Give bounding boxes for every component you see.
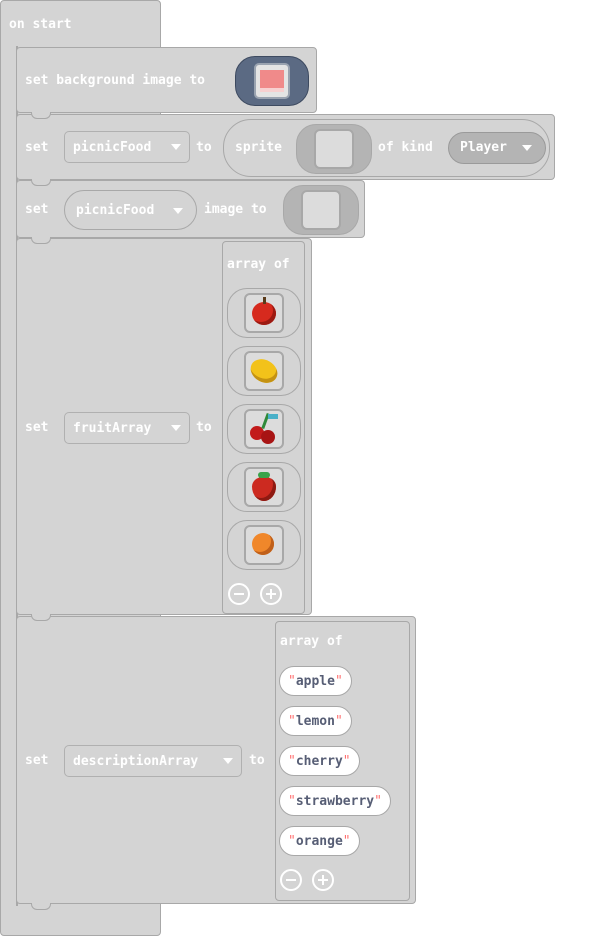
of-kind-label: of kind — [378, 140, 433, 155]
block-connector-notch — [31, 179, 51, 186]
array-of-label: array of — [280, 634, 343, 649]
chevron-down-icon — [171, 144, 181, 150]
variable-dropdown-fruitarray[interactable]: fruitArray — [64, 412, 190, 444]
variable-name: fruitArray — [73, 420, 152, 436]
fruit-item-slot[interactable] — [227, 404, 301, 454]
picnic-background-icon — [254, 63, 290, 99]
string-item-strawberry[interactable]: " strawberry " — [279, 786, 391, 816]
block-connector-notch — [31, 614, 51, 621]
block-connector-notch — [31, 112, 51, 119]
to-label: to — [196, 420, 212, 435]
description-array-reporter[interactable]: array of " apple " " lemon " " cherry " " straw… — [275, 621, 410, 901]
variable-name: descriptionArray — [73, 753, 199, 769]
block-connector-notch — [31, 903, 51, 910]
set-background-block[interactable]: set background image to — [16, 47, 317, 113]
set-label: set — [25, 753, 49, 768]
background-image-slot[interactable] — [235, 56, 309, 106]
fruit-item-slot[interactable] — [227, 520, 301, 570]
plus-circle-icon[interactable] — [260, 583, 282, 605]
chevron-down-icon — [173, 208, 183, 214]
minus-circle-icon[interactable] — [228, 583, 250, 605]
lemon-icon — [246, 354, 282, 388]
variable-name: picnicFood — [73, 139, 152, 155]
array-of-label: array of — [227, 257, 290, 272]
image-to-label: image to — [204, 202, 267, 217]
set-description-array-block[interactable]: set descriptionArray to array of " apple "… — [16, 616, 416, 904]
set-image-block[interactable]: set picnicFood image to — [16, 180, 365, 238]
orange-icon — [252, 533, 274, 555]
string-item-apple[interactable]: " apple " — [279, 666, 352, 696]
block-connector-notch — [31, 237, 51, 244]
on-start-label: on start — [9, 17, 72, 32]
sprite-create-reporter[interactable]: sprite of kind Player — [223, 119, 550, 177]
plus-circle-icon[interactable] — [312, 869, 334, 891]
kind-dropdown[interactable]: Player — [448, 132, 546, 164]
set-label: set — [25, 140, 49, 155]
string-item-cherry[interactable]: " cherry " — [279, 746, 360, 776]
set-sprite-block[interactable]: set picnicFood to sprite of kind Player — [16, 114, 555, 180]
set-label: set — [25, 202, 49, 217]
image-slot[interactable] — [283, 185, 359, 235]
chevron-down-icon — [223, 758, 233, 764]
variable-dropdown-picnicfood[interactable]: picnicFood — [64, 131, 190, 163]
sprite-label: sprite — [235, 140, 282, 155]
chevron-down-icon — [522, 145, 532, 151]
variable-dropdown-picnicfood[interactable]: picnicFood — [64, 190, 197, 230]
fruit-item-slot[interactable] — [227, 462, 301, 512]
blank-image-icon — [301, 190, 341, 230]
strawberry-icon — [252, 477, 276, 501]
to-label: to — [249, 753, 265, 768]
to-label: to — [196, 140, 212, 155]
variable-name: picnicFood — [76, 203, 155, 218]
set-fruit-array-block[interactable]: set fruitArray to array of — [16, 238, 312, 615]
fruit-array-reporter[interactable]: array of — [222, 241, 305, 614]
chevron-down-icon — [171, 425, 181, 431]
variable-dropdown-descriptionarray[interactable]: descriptionArray — [64, 745, 242, 777]
blank-image-icon — [314, 129, 354, 169]
string-item-orange[interactable]: " orange " — [279, 826, 360, 856]
minus-circle-icon[interactable] — [280, 869, 302, 891]
set-background-label: set background image to — [25, 73, 206, 88]
fruit-item-slot[interactable] — [227, 288, 301, 338]
set-label: set — [25, 420, 49, 435]
kind-value: Player — [460, 140, 507, 155]
apple-icon — [252, 302, 276, 325]
string-item-lemon[interactable]: " lemon " — [279, 706, 352, 736]
sprite-image-slot[interactable] — [296, 124, 372, 174]
fruit-item-slot[interactable] — [227, 346, 301, 396]
